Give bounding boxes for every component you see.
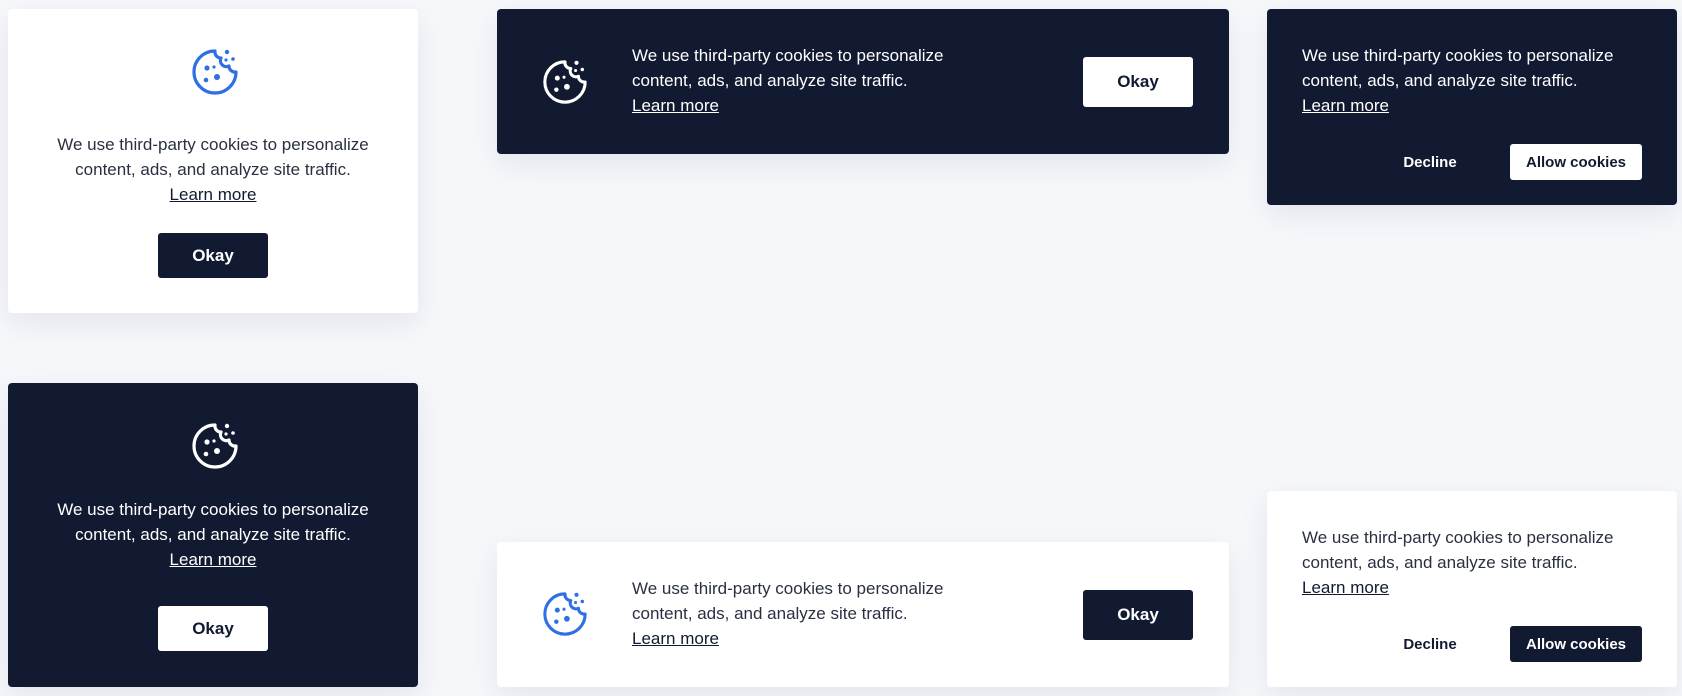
banner-message-line-2: content, ads, and analyze site traffic. bbox=[75, 525, 351, 544]
allow-cookies-button[interactable]: Allow cookies bbox=[1510, 626, 1642, 662]
cookie-banner-vertical-light: We use third-party cookies to personaliz… bbox=[8, 9, 418, 313]
cookie-banner-horizontal-dark: We use third-party cookies to personaliz… bbox=[497, 9, 1229, 154]
banner-message: We use third-party cookies to personaliz… bbox=[8, 132, 418, 207]
banner-message-line-1: We use third-party cookies to personaliz… bbox=[1302, 46, 1614, 65]
learn-more-link[interactable]: Learn more bbox=[1302, 575, 1389, 600]
decline-button[interactable]: Decline bbox=[1370, 144, 1490, 180]
learn-more-link[interactable]: Learn more bbox=[632, 626, 719, 651]
banner-message-line-2: content, ads, and analyze site traffic. bbox=[632, 604, 908, 623]
banner-message: We use third-party cookies to personaliz… bbox=[8, 497, 418, 572]
learn-more-link[interactable]: Learn more bbox=[170, 182, 257, 207]
banner-message-line-1: We use third-party cookies to personaliz… bbox=[632, 579, 944, 598]
cookie-banner-horizontal-light: We use third-party cookies to personaliz… bbox=[497, 542, 1229, 687]
okay-button[interactable]: Okay bbox=[1083, 57, 1193, 107]
okay-button[interactable]: Okay bbox=[158, 606, 268, 651]
banner-message: We use third-party cookies to personaliz… bbox=[632, 576, 944, 651]
banner-message: We use third-party cookies to personaliz… bbox=[1302, 525, 1614, 600]
cookie-banner-two-button-dark: We use third-party cookies to personaliz… bbox=[1267, 9, 1677, 205]
banner-message-line-2: content, ads, and analyze site traffic. bbox=[1302, 553, 1578, 572]
banner-message-line-2: content, ads, and analyze site traffic. bbox=[75, 160, 351, 179]
banner-message-line-1: We use third-party cookies to personaliz… bbox=[57, 135, 369, 154]
okay-button[interactable]: Okay bbox=[158, 233, 268, 278]
cookie-banner-vertical-dark: We use third-party cookies to personaliz… bbox=[8, 383, 418, 687]
cookie-icon bbox=[541, 58, 589, 106]
banner-message: We use third-party cookies to personaliz… bbox=[632, 43, 944, 118]
cookie-banner-two-button-light: We use third-party cookies to personaliz… bbox=[1267, 491, 1677, 687]
banner-message-line-2: content, ads, and analyze site traffic. bbox=[1302, 71, 1578, 90]
banner-message-line-1: We use third-party cookies to personaliz… bbox=[57, 500, 369, 519]
banner-message-line-2: content, ads, and analyze site traffic. bbox=[632, 71, 908, 90]
decline-button[interactable]: Decline bbox=[1370, 626, 1490, 662]
okay-button[interactable]: Okay bbox=[1083, 590, 1193, 640]
banner-message: We use third-party cookies to personaliz… bbox=[1302, 43, 1614, 118]
cookie-icon bbox=[190, 47, 240, 97]
cookie-icon bbox=[190, 421, 240, 471]
learn-more-link[interactable]: Learn more bbox=[1302, 93, 1389, 118]
allow-cookies-button[interactable]: Allow cookies bbox=[1510, 144, 1642, 180]
cookie-icon bbox=[541, 590, 589, 638]
learn-more-link[interactable]: Learn more bbox=[170, 547, 257, 572]
learn-more-link[interactable]: Learn more bbox=[632, 93, 719, 118]
banner-message-line-1: We use third-party cookies to personaliz… bbox=[632, 46, 944, 65]
banner-message-line-1: We use third-party cookies to personaliz… bbox=[1302, 528, 1614, 547]
